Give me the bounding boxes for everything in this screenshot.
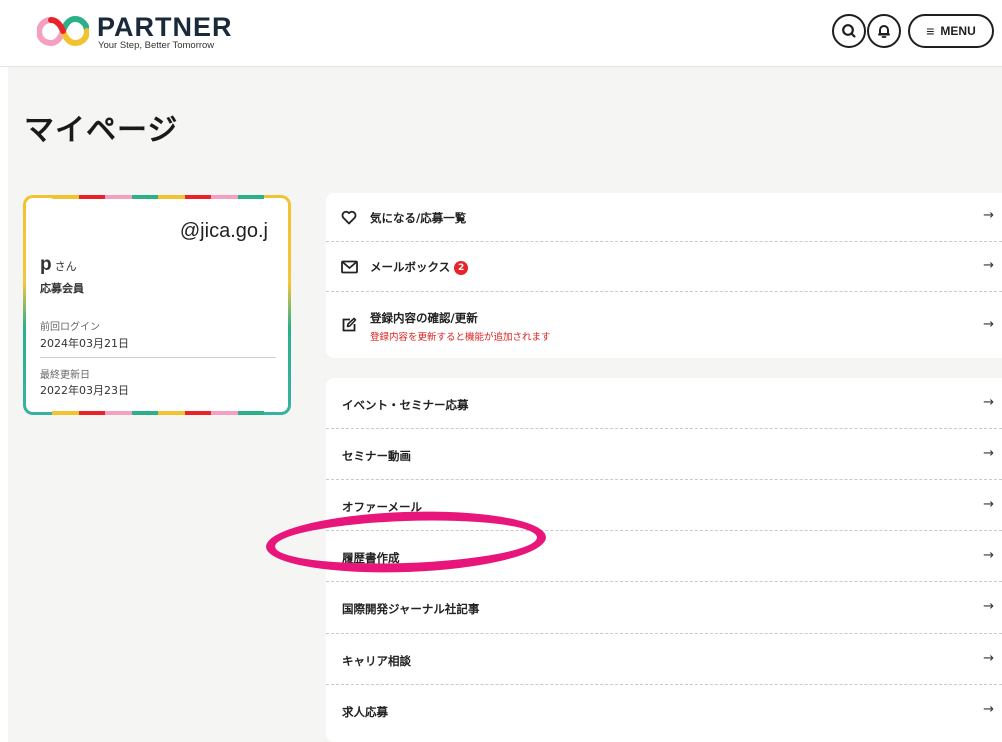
heart-icon [340,208,358,226]
stripe-segment [211,411,238,415]
menu-item-resume[interactable]: 履歴書作成 → [326,531,1002,582]
stripe-segment [237,411,264,415]
menu-item-label: オファーメール [342,500,423,514]
stripe-segment [78,195,105,199]
stripe-segment [78,411,105,415]
service-menu-panel: イベント・セミナー応募 → セミナー動画 → オファーメール → 履歴書作成 →… [326,378,1002,742]
arrow-right-icon: → [983,548,994,563]
menu-item-favorites[interactable]: 気になる/応募一覧 → [326,193,1002,242]
menu-item-label: メールボックス 2 [370,259,469,275]
bell-icon [878,25,890,38]
menu-item-label: キャリア相談 [342,654,411,668]
arrow-right-icon: → [983,208,994,223]
menu-button[interactable]: ≡ MENU [908,14,994,48]
logo-tagline: Your Step, Better Tomorrow [98,40,215,51]
profile-name-suffix: さん [54,260,77,273]
card-stripe-bottom [52,411,264,415]
menu-item-offer-mail[interactable]: オファーメール → [326,480,1002,531]
menu-item-seminar-video[interactable]: セミナー動画 → [326,429,1002,480]
profile-email: @jica.go.j [179,220,268,242]
last-updated-label: 最終更新日 [40,370,90,381]
last-login-label: 前回ログイン [40,322,100,333]
stripe-segment [105,195,132,199]
stripe-segment [105,411,132,415]
menu-item-label: 登録内容の確認/更新 [370,311,478,325]
menu-item-label: 求人応募 [342,705,388,719]
menu-item-label: 履歴書作成 [342,551,400,565]
menu-item-label: 気になる/応募一覧 [370,211,467,225]
stripe-segment [237,195,264,199]
stripe-segment [211,195,238,199]
last-updated-value: 2022年03月23日 [40,384,129,397]
profile-card: @jica.go.j p さん 応募会員 前回ログイン 2024年03月21日 最… [23,195,291,415]
menu-item-event-seminar[interactable]: イベント・セミナー応募 → [326,378,1002,429]
menu-item-label: セミナー動画 [342,449,411,463]
arrow-right-icon: → [983,258,994,273]
logo-name: PARTNER [97,12,233,42]
menu-item-journal-articles[interactable]: 国際開発ジャーナル社記事 → [326,582,1002,634]
profile-update-note: 登録内容を更新すると機能が追加されます [370,332,551,343]
mailbox-label: メールボックス [370,260,451,274]
menu-item-job-application[interactable]: 求人応募 → [326,685,1002,742]
edit-icon [340,316,358,334]
search-icon [842,24,856,38]
stripe-segment [158,411,185,415]
arrow-right-icon: → [983,446,994,461]
main-content: マイページ @jica.go.j p さん 応募会員 前回ログイン 2024年03… [8,67,1002,742]
hamburger-icon: ≡ [926,23,935,39]
profile-role: 応募会員 [40,282,84,295]
arrow-right-icon: → [983,599,994,614]
site-header: PARTNER Your Step, Better Tomorrow ≡ MEN… [0,0,1002,67]
notifications-button[interactable] [867,14,901,48]
stripe-segment [158,195,185,199]
stripe-segment [131,195,158,199]
logo-mark-icon [37,16,89,46]
account-menu-panel: 気になる/応募一覧 → メールボックス 2 → 登録内容の確認/更新 登録内容を更… [326,193,1002,358]
profile-name-value: p [40,254,52,275]
profile-name: p さん [40,254,77,276]
stripe-segment [184,411,211,415]
menu-item-label: 国際開発ジャーナル社記事 [342,602,480,616]
arrow-right-icon: → [983,702,994,717]
unread-count-badge: 2 [454,261,469,275]
page-title: マイページ [24,113,179,148]
menu-label: MENU [940,24,976,38]
stripe-segment [184,195,211,199]
profile-divider [40,357,276,358]
arrow-right-icon: → [983,317,994,332]
mail-icon [340,258,358,276]
arrow-right-icon: → [983,651,994,666]
last-login-value: 2024年03月21日 [40,337,129,350]
stripe-segment [131,411,158,415]
arrow-right-icon: → [983,395,994,410]
stripe-segment [52,411,79,415]
stripe-segment [52,195,79,199]
menu-item-career-consultation[interactable]: キャリア相談 → [326,634,1002,685]
search-button[interactable] [832,14,866,48]
menu-item-profile-update[interactable]: 登録内容の確認/更新 登録内容を更新すると機能が追加されます → [326,292,1002,358]
menu-item-label: イベント・セミナー応募 [342,398,469,412]
menu-item-mailbox[interactable]: メールボックス 2 → [326,242,1002,292]
arrow-right-icon: → [983,497,994,512]
card-stripe-top [52,195,264,199]
